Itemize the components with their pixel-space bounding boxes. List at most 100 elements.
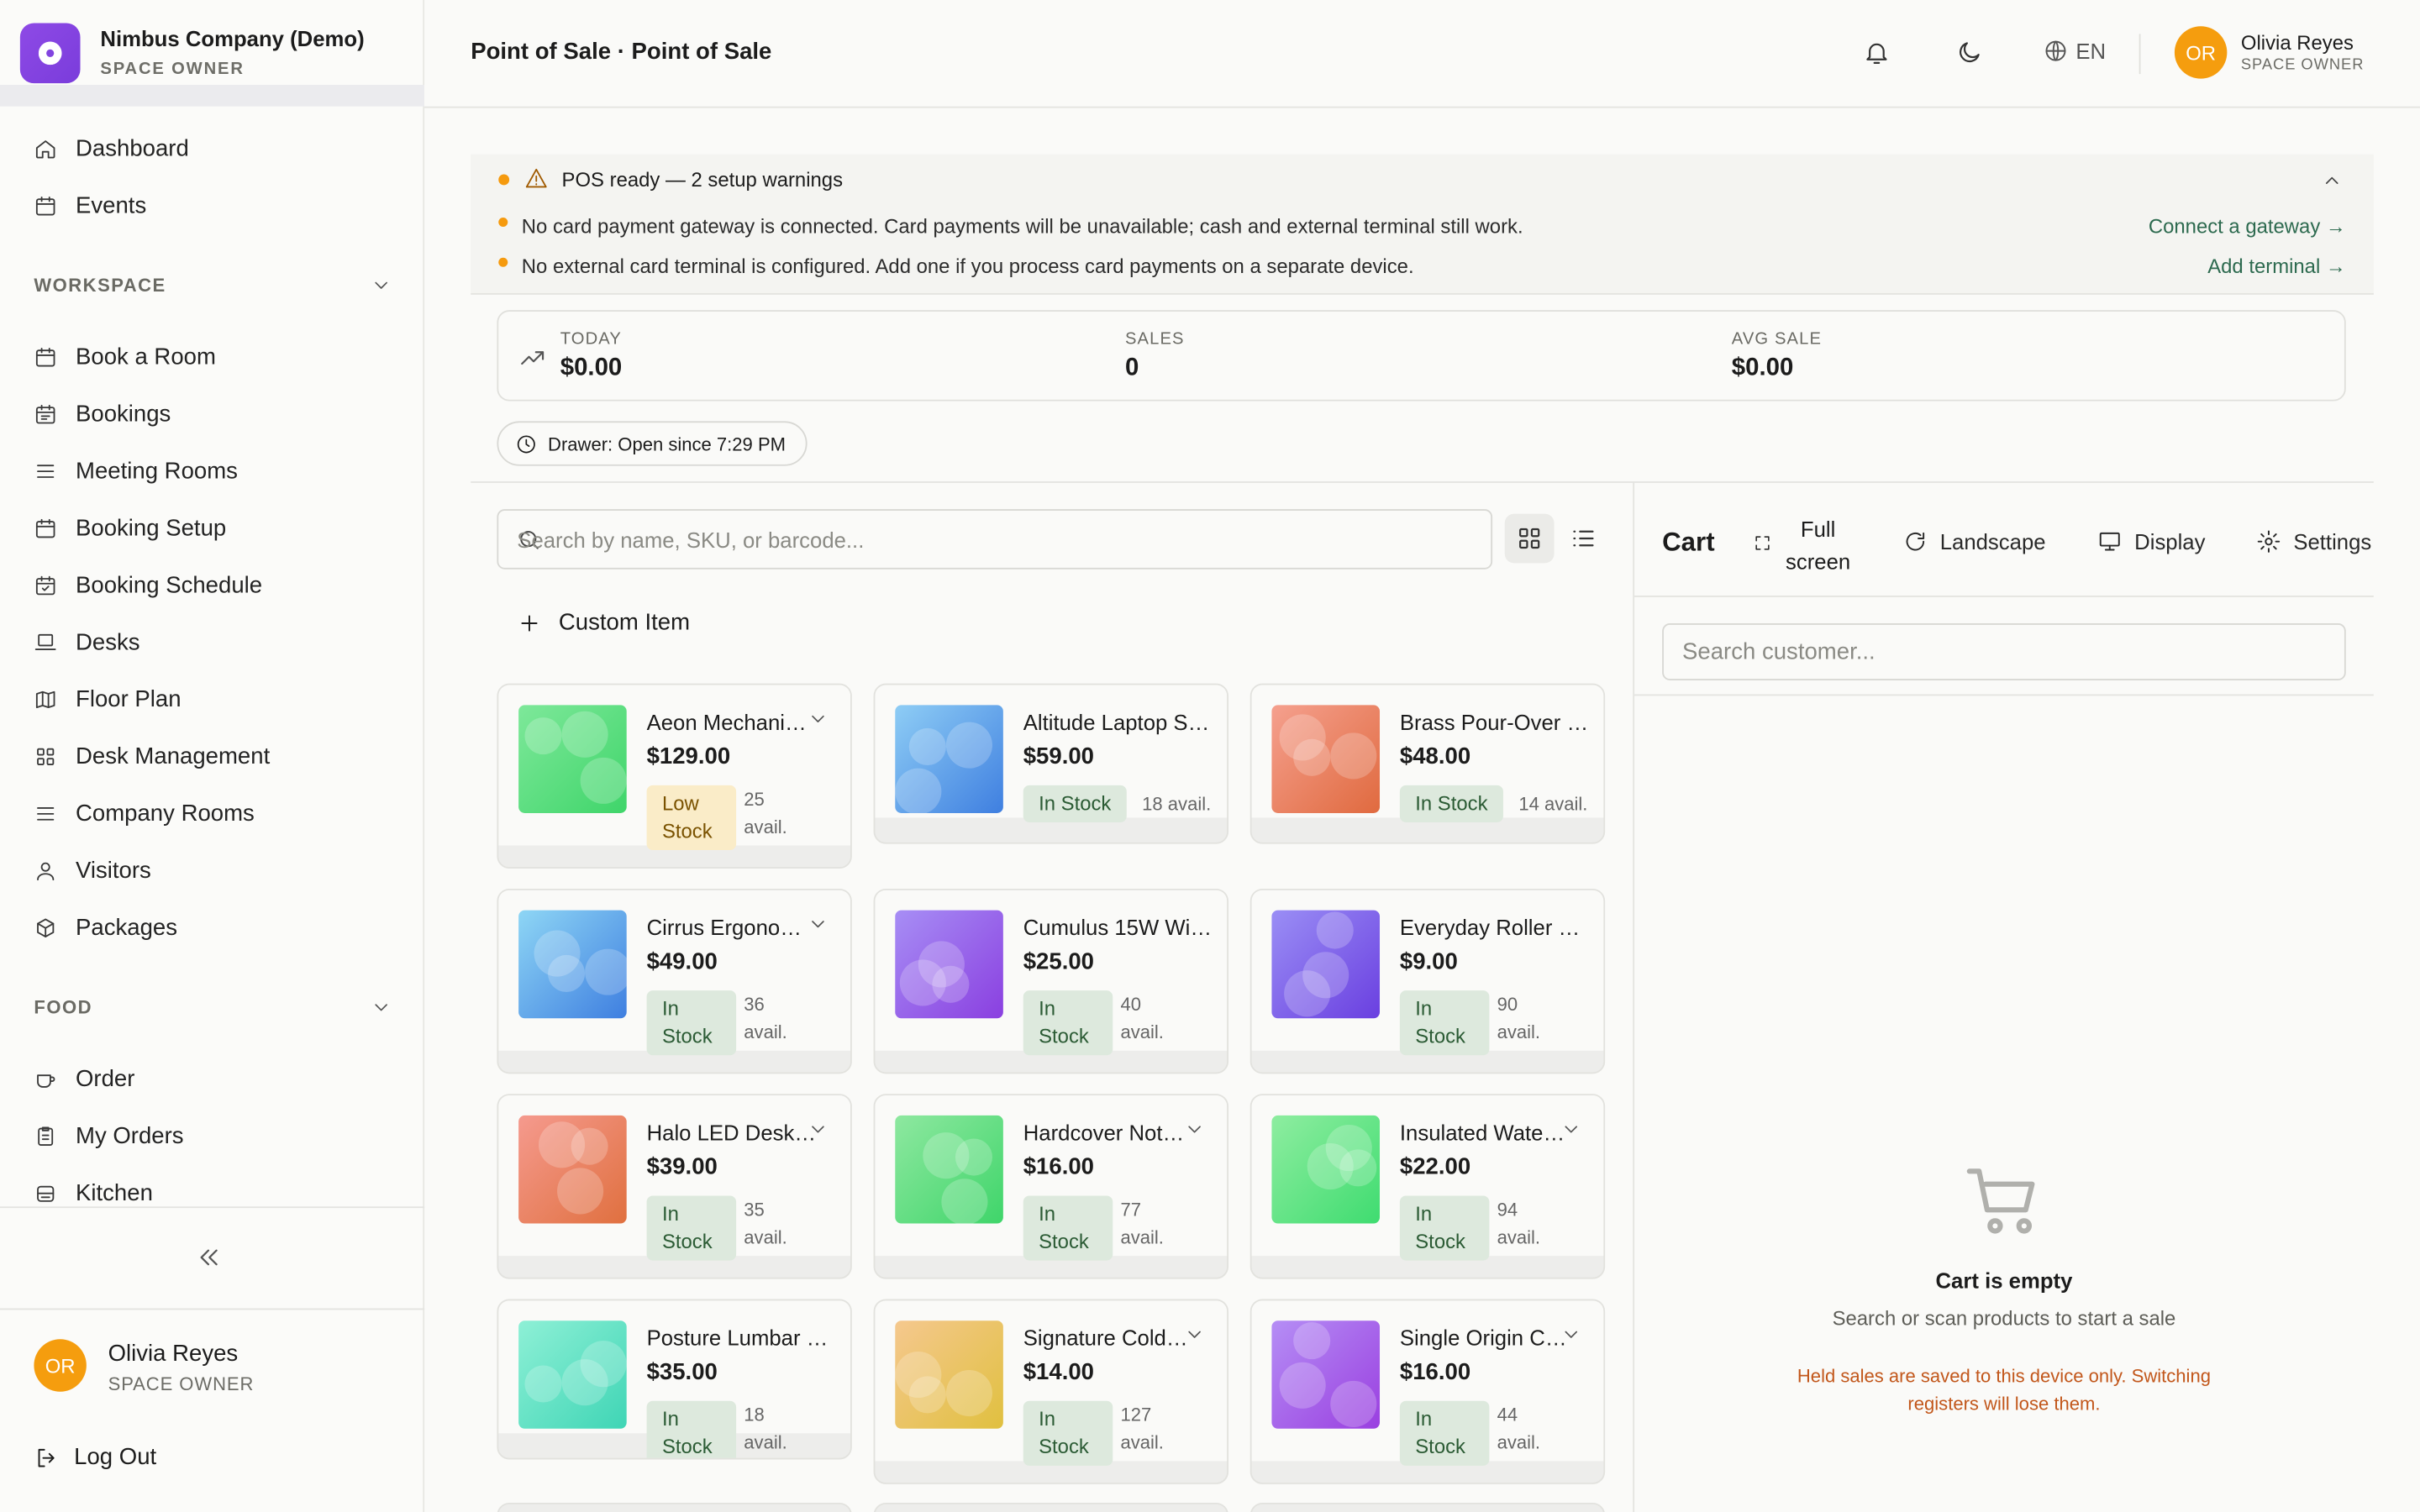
- available-count: 14 avail.: [1518, 793, 1588, 815]
- brand-switcher[interactable]: Nimbus Company (Demo) SPACE OWNER: [0, 0, 425, 108]
- sidebar-item-visitors[interactable]: Visitors: [34, 850, 151, 890]
- sidebar-user-name: Olivia Reyes: [108, 1341, 239, 1368]
- stock-badge: In Stock: [1023, 785, 1127, 822]
- product-card[interactable]: Insulated Water Bottle $22.00 In Stock94 a…: [1249, 1094, 1606, 1279]
- display-button[interactable]: Display: [2097, 529, 2205, 554]
- product-card-body: Insulated Water Bottle $22.00 In Stock94 a…: [1251, 1095, 1604, 1261]
- product-card[interactable]: Cumulus 15W Wireless Charger $25.00 In Sto…: [873, 888, 1229, 1074]
- stock-badge: In Stock: [1399, 785, 1503, 822]
- logout-button[interactable]: Log Out: [34, 1444, 156, 1470]
- available-count: 18 avail.: [1142, 793, 1212, 815]
- sidebar-item-label: Order: [75, 1065, 135, 1092]
- customer-search-input[interactable]: [1662, 623, 2346, 680]
- chevron-down-icon[interactable]: [1184, 1119, 1206, 1141]
- chevron-up-icon[interactable]: [2321, 170, 2343, 192]
- calendar-check-icon: [35, 575, 55, 595]
- warning-bullet: [498, 257, 508, 267]
- brand-logo-icon: [19, 23, 81, 84]
- collapse-sidebar-icon[interactable]: [194, 1243, 222, 1271]
- sidebar-item-booking-setup[interactable]: Booking Setup: [34, 507, 226, 548]
- stock-badge: In Stock: [1399, 1400, 1490, 1466]
- available-count: 127 avail.: [1120, 1404, 1164, 1454]
- list-view-button[interactable]: [1559, 514, 1608, 564]
- sidebar-item-label: Bookings: [75, 400, 171, 427]
- product-card[interactable]: Brass Pour-Over Kettle $48.00 In Stock 14 a…: [1249, 683, 1606, 844]
- section-title: WORKSPACE: [34, 274, 166, 297]
- chevron-down-icon[interactable]: [808, 1119, 829, 1141]
- custom-item-button[interactable]: Custom Item: [517, 609, 690, 636]
- product-card[interactable]: [1249, 1502, 1606, 1512]
- stock-badge: In Stock: [646, 1195, 737, 1261]
- chevron-down-icon[interactable]: [808, 708, 829, 730]
- product-card-body: Cirrus Ergonomic Mouse $49.00 In Stock36 a…: [498, 890, 851, 1056]
- sidebar-item-desks[interactable]: Desks: [34, 622, 140, 662]
- sidebar-item-label: My Orders: [75, 1122, 184, 1149]
- sidebar-item-label: Dashboard: [75, 134, 189, 161]
- landscape-label: Landscape: [1939, 528, 2046, 554]
- product-name: Signature Cold Brew: [1023, 1325, 1193, 1351]
- available-count: 44 avail.: [1497, 1404, 1541, 1454]
- sidebar-item-booking-schedule[interactable]: Booking Schedule: [34, 564, 262, 605]
- drawer-status-button[interactable]: Drawer: Open since 7:29 PM: [497, 421, 808, 466]
- product-price: $129.00: [646, 743, 731, 770]
- settings-button[interactable]: Settings: [2256, 529, 2371, 554]
- moon-icon[interactable]: [1955, 39, 1983, 66]
- menu-icon: [37, 806, 55, 820]
- product-card-body: Altitude Laptop Stand $59.00 In Stock 18 av…: [875, 685, 1228, 822]
- gear-icon: [2257, 530, 2281, 553]
- sidebar-item-desk-management[interactable]: Desk Management: [34, 736, 270, 776]
- sidebar-item-meeting-rooms[interactable]: Meeting Rooms: [34, 450, 238, 491]
- sidebar-item-company-rooms[interactable]: Company Rooms: [34, 793, 255, 833]
- section-workspace-toggle[interactable]: WORKSPACE: [34, 275, 392, 297]
- avatar: OR: [2174, 26, 2228, 79]
- connect-gateway-link[interactable]: Connect a gateway →: [2149, 214, 2346, 238]
- chevron-down-icon[interactable]: [1560, 1324, 1582, 1346]
- product-name: Cumulus 15W Wireless Charger: [1023, 915, 1215, 940]
- logout-label: Log Out: [74, 1444, 157, 1471]
- cart-empty-title: Cart is empty: [1935, 1268, 2073, 1294]
- chevron-down-icon[interactable]: [808, 913, 829, 935]
- product-card[interactable]: Aeon Mechanical Keyboard $129.00 Low Stock…: [497, 683, 852, 869]
- add-terminal-link[interactable]: Add terminal →: [2207, 255, 2346, 278]
- product-card[interactable]: Cirrus Ergonomic Mouse $49.00 In Stock36 a…: [497, 888, 852, 1074]
- sidebar-item-book-a-room[interactable]: Book a Room: [34, 336, 216, 376]
- grid-icon: [1519, 528, 1540, 549]
- header-user-name: Olivia Reyes: [2240, 30, 2354, 55]
- grid-view-button[interactable]: [1504, 513, 1555, 564]
- landscape-button[interactable]: Landscape: [1903, 529, 2046, 554]
- sidebar-item-my-orders[interactable]: My Orders: [34, 1116, 184, 1156]
- kitchen-icon: [37, 1184, 55, 1201]
- product-card[interactable]: Everyday Roller Pen $9.00 In Stock 90 avail…: [1249, 888, 1606, 1074]
- sidebar-item-events[interactable]: Events: [34, 185, 146, 225]
- chevron-down-icon[interactable]: [1184, 1324, 1206, 1346]
- product-card[interactable]: [497, 1502, 852, 1512]
- product-card[interactable]: Posture Lumbar Cushion $35.00 In Stock18 a…: [497, 1299, 852, 1460]
- sidebar-item-label: Desks: [75, 628, 140, 655]
- bell-icon[interactable]: [1863, 39, 1891, 66]
- list-icon: [1573, 530, 1594, 547]
- sidebar-item-label: Floor Plan: [75, 685, 182, 712]
- product-card[interactable]: Signature Cold Brew $14.00 In Stock127 ava…: [873, 1299, 1229, 1484]
- sidebar-item-packages[interactable]: Packages: [34, 907, 177, 948]
- section-food-toggle[interactable]: FOOD: [34, 997, 392, 1018]
- product-search: [497, 509, 1493, 570]
- product-card[interactable]: [873, 1502, 1229, 1512]
- rotate-icon: [1906, 532, 1925, 551]
- sidebar-item-order[interactable]: Order: [34, 1058, 134, 1099]
- product-card[interactable]: Single Origin Coffee $16.00 In Stock44 ava…: [1249, 1299, 1606, 1484]
- sidebar-item-label: Packages: [75, 914, 177, 941]
- sidebar-item-bookings[interactable]: Bookings: [34, 393, 171, 433]
- product-card[interactable]: Halo LED Desk Lamp $39.00 In Stock35 avail…: [497, 1094, 852, 1279]
- sidebar-item-dashboard[interactable]: Dashboard: [34, 128, 189, 168]
- product-card[interactable]: Hardcover Notebook $16.00 In Stock77 avail…: [873, 1094, 1229, 1279]
- product-card[interactable]: Altitude Laptop Stand $59.00 In Stock 18 av…: [873, 683, 1229, 844]
- product-search-input[interactable]: [517, 510, 1475, 568]
- clock-icon: [517, 434, 535, 453]
- sidebar-item-floor-plan[interactable]: Floor Plan: [34, 679, 182, 719]
- fullscreen-icon: [1755, 536, 1770, 550]
- user-icon: [37, 861, 55, 880]
- divider: [1634, 595, 2374, 597]
- chevron-down-icon[interactable]: [1560, 1119, 1582, 1141]
- language-switcher[interactable]: EN: [2044, 39, 2106, 63]
- stock-badge: In Stock: [1023, 1400, 1113, 1466]
